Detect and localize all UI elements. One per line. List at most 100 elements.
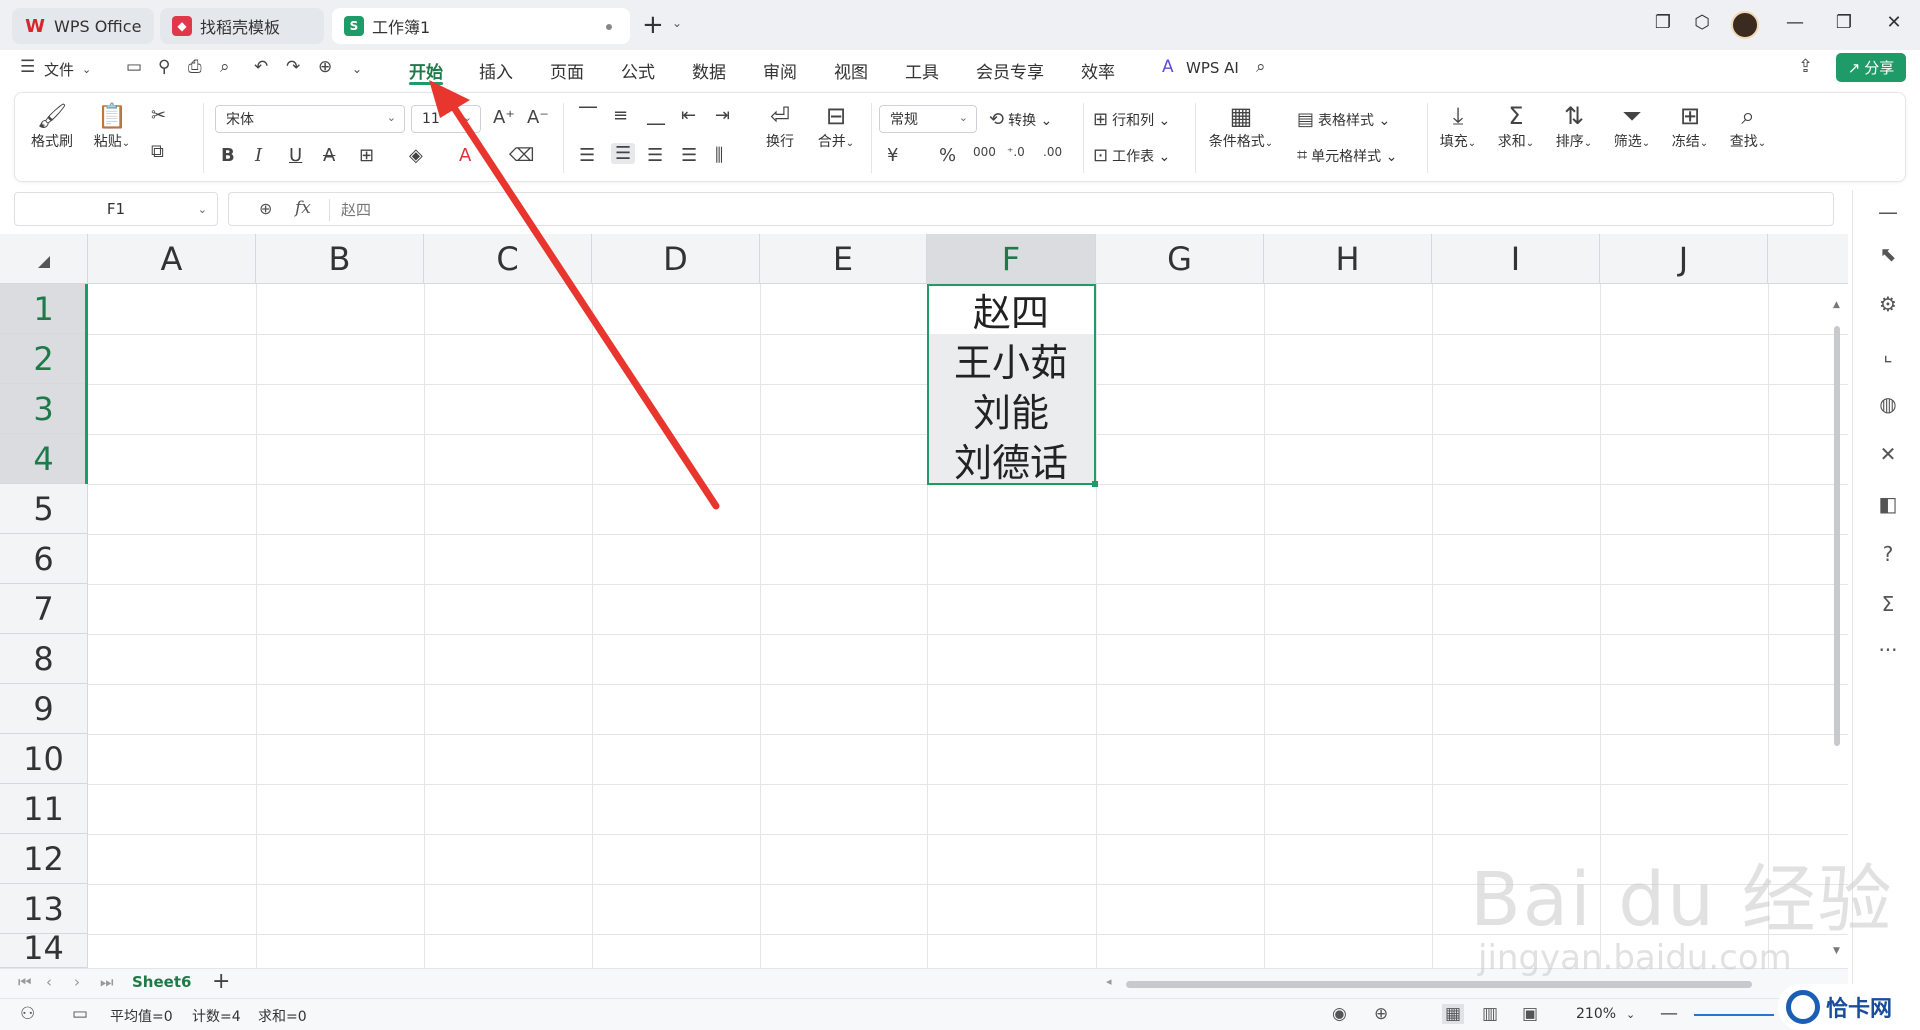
menu-page[interactable]: 页面 [550, 58, 584, 83]
sheet-tab-active[interactable]: Sheet6 [132, 973, 191, 991]
menu-tools[interactable]: 工具 [905, 58, 939, 83]
macro-icon[interactable]: ⚇ [20, 1004, 35, 1024]
format-painter-button[interactable]: 🖌 格式刷 [29, 101, 75, 151]
avatar[interactable] [1731, 11, 1759, 39]
eye-icon[interactable]: ◉ [1332, 1004, 1347, 1024]
select-all-corner[interactable] [0, 234, 88, 284]
column-header-h[interactable]: H [1264, 234, 1432, 284]
copy-icon[interactable]: ⧉ [151, 141, 164, 162]
row-header-9[interactable]: 9 [0, 684, 88, 734]
tools-icon[interactable]: ✕ [1875, 442, 1901, 466]
menu-review[interactable]: 审阅 [763, 58, 797, 83]
underline-icon[interactable]: U [289, 145, 302, 166]
prev-sheet-icon[interactable]: ‹ [46, 973, 52, 991]
row-header-6[interactable]: 6 [0, 534, 88, 584]
add-sheet-icon[interactable]: + [212, 969, 230, 994]
formula-bar[interactable]: ⊕ fx 赵四 [228, 192, 1834, 226]
thousands-icon[interactable]: 000 [973, 145, 996, 159]
row-header-8[interactable]: 8 [0, 634, 88, 684]
new-doc-icon[interactable]: ⊕ [318, 57, 332, 77]
decrease-font-icon[interactable]: A⁻ [527, 107, 549, 128]
row-header-4[interactable]: 4 [0, 434, 88, 484]
chevron-down-icon[interactable]: ⌄ [672, 16, 682, 30]
menu-efficiency[interactable]: 效率 [1081, 58, 1115, 83]
row-header-14[interactable]: 14 [0, 929, 88, 968]
search-icon[interactable]: ⌕ [1256, 57, 1266, 77]
menu-formula[interactable]: 公式 [621, 58, 655, 83]
minimize-icon[interactable]: — [1781, 12, 1809, 33]
zoom-level[interactable]: 210% [1576, 1006, 1616, 1022]
link-icon[interactable]: ⚲ [158, 57, 170, 77]
distribute-icon[interactable]: ⫼ [715, 145, 723, 166]
normal-view-icon[interactable]: ▦ [1442, 1004, 1465, 1024]
crosshair-icon[interactable]: ⊕ [1374, 1004, 1388, 1024]
sum-button[interactable]: Σ 求和⌄ [1493, 101, 1539, 151]
align-bottom-icon[interactable]: ⎽ [647, 105, 665, 126]
more-icon[interactable]: ··· [1875, 638, 1901, 662]
row-header-13[interactable]: 13 [0, 884, 88, 934]
fill-handle[interactable] [1092, 481, 1098, 487]
page-layout-icon[interactable]: ▥ [1482, 1004, 1498, 1024]
transform-icon[interactable]: ⌞ [1875, 342, 1901, 366]
horizontal-scrollbar-thumb[interactable] [1126, 981, 1752, 988]
file-menu[interactable]: 文件 [44, 59, 74, 80]
increase-font-icon[interactable]: A⁺ [493, 107, 515, 128]
column-header-g[interactable]: G [1096, 234, 1264, 284]
scrollbar-thumb[interactable] [1834, 326, 1840, 746]
scroll-left-icon[interactable]: ◂ [1106, 975, 1112, 988]
wrap-text-button[interactable]: ⏎ 换行 [757, 101, 803, 151]
tab-wps-office[interactable]: W WPS Office [12, 8, 154, 44]
percent-icon[interactable]: % [939, 145, 956, 166]
row-header-2[interactable]: 2 [0, 334, 88, 384]
column-header-f[interactable]: F [927, 234, 1096, 284]
name-box[interactable]: F1 ⌄ [14, 192, 218, 226]
column-header-i[interactable]: I [1432, 234, 1600, 284]
restore-icon[interactable]: ❐ [1830, 12, 1858, 33]
undo-icon[interactable]: ↶ [254, 57, 268, 77]
cloud-upload-icon[interactable]: ⇪ [1798, 56, 1813, 77]
chevron-down-icon[interactable]: ⌄ [352, 62, 362, 76]
column-header-a[interactable]: A [88, 234, 256, 284]
new-tab-plus-icon[interactable]: + [642, 10, 664, 40]
window-tile-icon[interactable]: ❐ [1649, 12, 1677, 33]
formula-value[interactable]: 赵四 [341, 199, 371, 220]
table-style-button[interactable]: ▤ 表格样式 ⌄ [1297, 109, 1390, 130]
align-right-icon[interactable]: ☰ [647, 145, 663, 166]
next-sheet-icon[interactable]: › [74, 973, 80, 991]
select-cursor-icon[interactable]: ⬉ [1875, 242, 1901, 266]
menu-wps-ai[interactable]: WPS AI [1186, 59, 1239, 77]
fx-icon[interactable]: fx [295, 198, 311, 218]
font-name-select[interactable]: 宋体 ⌄ [215, 105, 405, 133]
chart-icon[interactable]: ◍ [1875, 392, 1901, 416]
menu-home[interactable]: 开始 [409, 58, 443, 83]
zoom-formula-icon[interactable]: ⊕ [259, 199, 272, 218]
number-format-select[interactable]: 常规 ⌄ [879, 105, 977, 133]
collapse-icon[interactable]: — [1875, 200, 1901, 224]
find-button[interactable]: ⌕ 查找⌄ [1725, 101, 1771, 151]
save-icon[interactable]: ▭ [126, 57, 142, 77]
border-icon[interactable]: ⊞ [359, 145, 374, 166]
redo-icon[interactable]: ↷ [286, 57, 300, 77]
print-icon[interactable]: ⎙ [188, 57, 202, 77]
freeze-button[interactable]: ⊞ 冻结⌄ [1667, 101, 1713, 151]
book-icon[interactable]: ◧ [1875, 492, 1901, 516]
page-break-icon[interactable]: ▣ [1522, 1004, 1538, 1024]
column-header-c[interactable]: C [424, 234, 592, 284]
cut-icon[interactable]: ✂ [151, 105, 166, 126]
row-header-1[interactable]: 1 [0, 284, 88, 334]
font-color-icon[interactable]: A [459, 145, 471, 166]
merge-button[interactable]: ⊟ 合并⌄ [811, 101, 861, 151]
indent-increase-icon[interactable]: ⇥ [715, 105, 730, 126]
strikethrough-icon[interactable]: A [323, 145, 335, 166]
first-sheet-icon[interactable]: ⏮ [18, 973, 32, 991]
share-button[interactable]: ↗ 分享 [1836, 53, 1906, 82]
font-size-select[interactable]: 11 ⌄ [411, 105, 481, 133]
align-left-icon[interactable]: ☰ [579, 145, 595, 166]
align-center-icon[interactable]: ☰ [611, 143, 636, 164]
fill-color-icon[interactable]: ◈ [409, 145, 423, 166]
worksheet-button[interactable]: ⊡ 工作表 ⌄ [1093, 145, 1170, 166]
chevron-down-icon[interactable]: ⌄ [1626, 1008, 1635, 1021]
last-sheet-icon[interactable]: ⏭ [100, 973, 114, 991]
help-icon[interactable]: ? [1875, 542, 1901, 566]
chevron-down-icon[interactable]: ⌄ [198, 203, 207, 216]
